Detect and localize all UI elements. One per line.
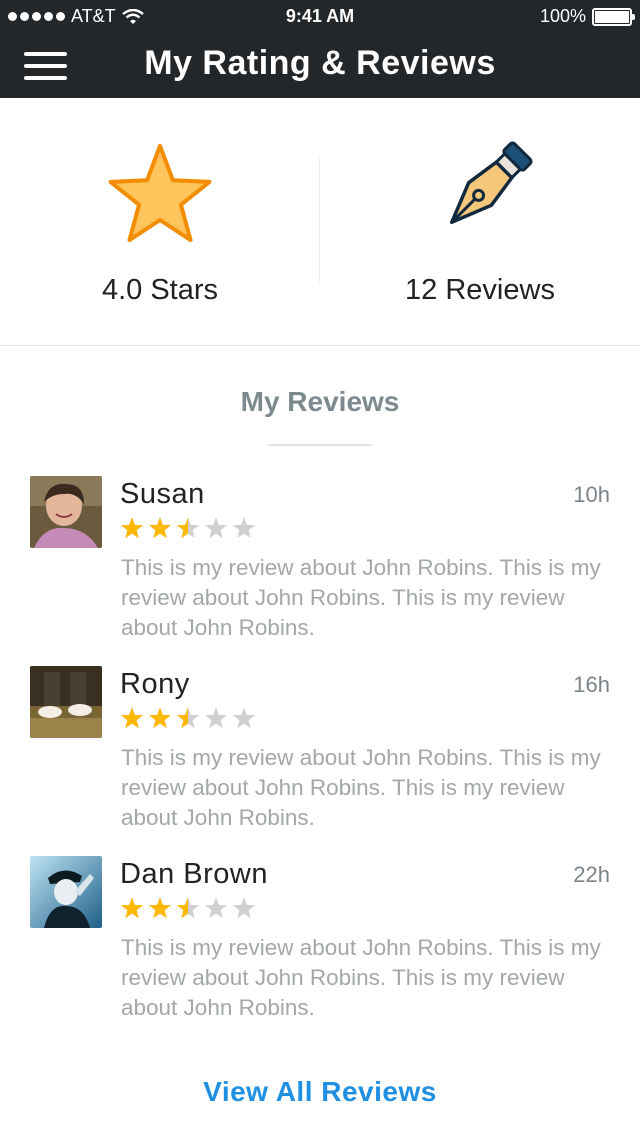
app-header: AT&T 9:41 AM 100% My Rating & Reviews [0, 0, 640, 98]
section-title: My Reviews [240, 386, 400, 417]
section-underline [268, 444, 372, 446]
rating-star-icon [149, 897, 171, 919]
rating-star-icon [177, 707, 199, 729]
rating-summary: 4.0 Stars 12 Reviews [0, 98, 640, 346]
rating-star-icon [149, 517, 171, 539]
rating-star-icon [233, 707, 255, 729]
review-time: 22h [573, 862, 610, 887]
reviewer-name: Susan [120, 478, 205, 510]
rating-star-icon [149, 707, 171, 729]
rating-star-icon [205, 897, 227, 919]
rating-star-icon [177, 897, 199, 919]
reviewer-name: Dan Brown [120, 858, 268, 890]
review-text: This is my review about John Robins. Thi… [121, 935, 601, 1020]
review-time: 10h [573, 482, 610, 507]
view-all-reviews-link[interactable]: View All Reviews [0, 1076, 640, 1108]
reviews-stat: 12 Reviews [320, 138, 640, 307]
reviewer-name: Rony [120, 668, 190, 700]
status-bar: AT&T 9:41 AM 100% [0, 0, 640, 34]
star-rating [120, 896, 256, 920]
review-text: This is my review about John Robins. Thi… [121, 745, 601, 830]
review-item[interactable]: Susan 10h This is my review about John R… [0, 476, 640, 656]
rating-star-icon [233, 517, 255, 539]
rating-star-icon [177, 517, 199, 539]
avatar[interactable] [30, 476, 102, 548]
rating-star-icon [205, 517, 227, 539]
rating-stat: 4.0 Stars [0, 138, 320, 307]
page-title: My Rating & Reviews [144, 44, 496, 82]
review-text: This is my review about John Robins. Thi… [121, 555, 601, 640]
fountain-pen-icon [320, 138, 640, 250]
battery-group: 100% [539, 6, 635, 27]
reviews-count-label: 12 Reviews [405, 274, 555, 306]
rating-star-icon [121, 897, 143, 919]
rating-star-icon [121, 707, 143, 729]
rating-star-icon [205, 707, 227, 729]
rating-label: 4.0 Stars [101, 274, 219, 306]
review-item[interactable]: Dan Brown 22h This is my review about Jo… [0, 856, 640, 1036]
star-rating [120, 706, 256, 730]
battery-percent: 100% [539, 6, 586, 26]
rating-star-icon [233, 897, 255, 919]
rating-star-icon [121, 517, 143, 539]
battery-icon [592, 7, 635, 26]
avatar[interactable] [30, 856, 102, 928]
review-item[interactable]: Rony 16h This is my review about John Ro… [0, 666, 640, 846]
star-rating [120, 516, 256, 540]
avatar[interactable] [30, 666, 102, 738]
review-time: 16h [573, 672, 610, 697]
star-icon [0, 138, 320, 250]
